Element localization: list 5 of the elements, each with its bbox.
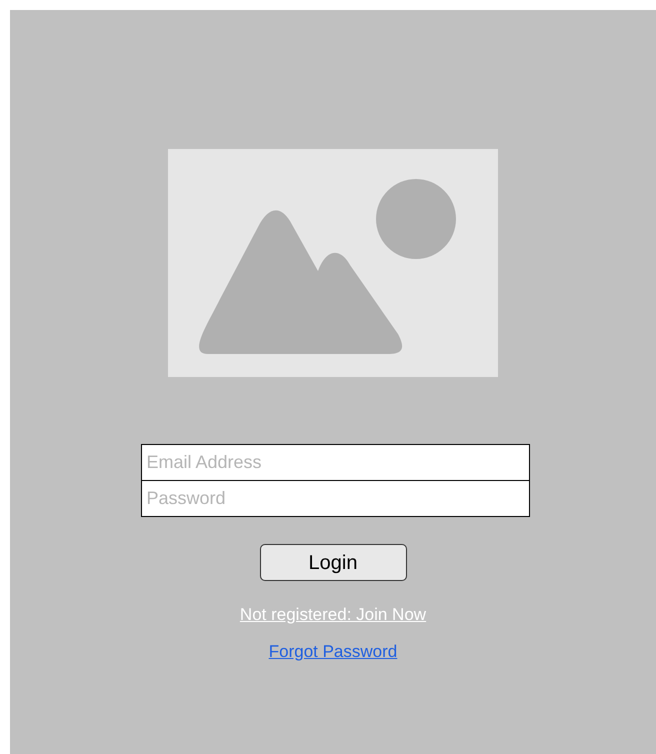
- password-field[interactable]: Password: [140, 480, 530, 517]
- join-now-link[interactable]: Not registered: Join Now: [240, 603, 426, 626]
- login-button[interactable]: Login: [260, 544, 406, 581]
- forgot-password-link[interactable]: Forgot Password: [268, 640, 398, 663]
- email-field[interactable]: Email Address: [140, 444, 530, 481]
